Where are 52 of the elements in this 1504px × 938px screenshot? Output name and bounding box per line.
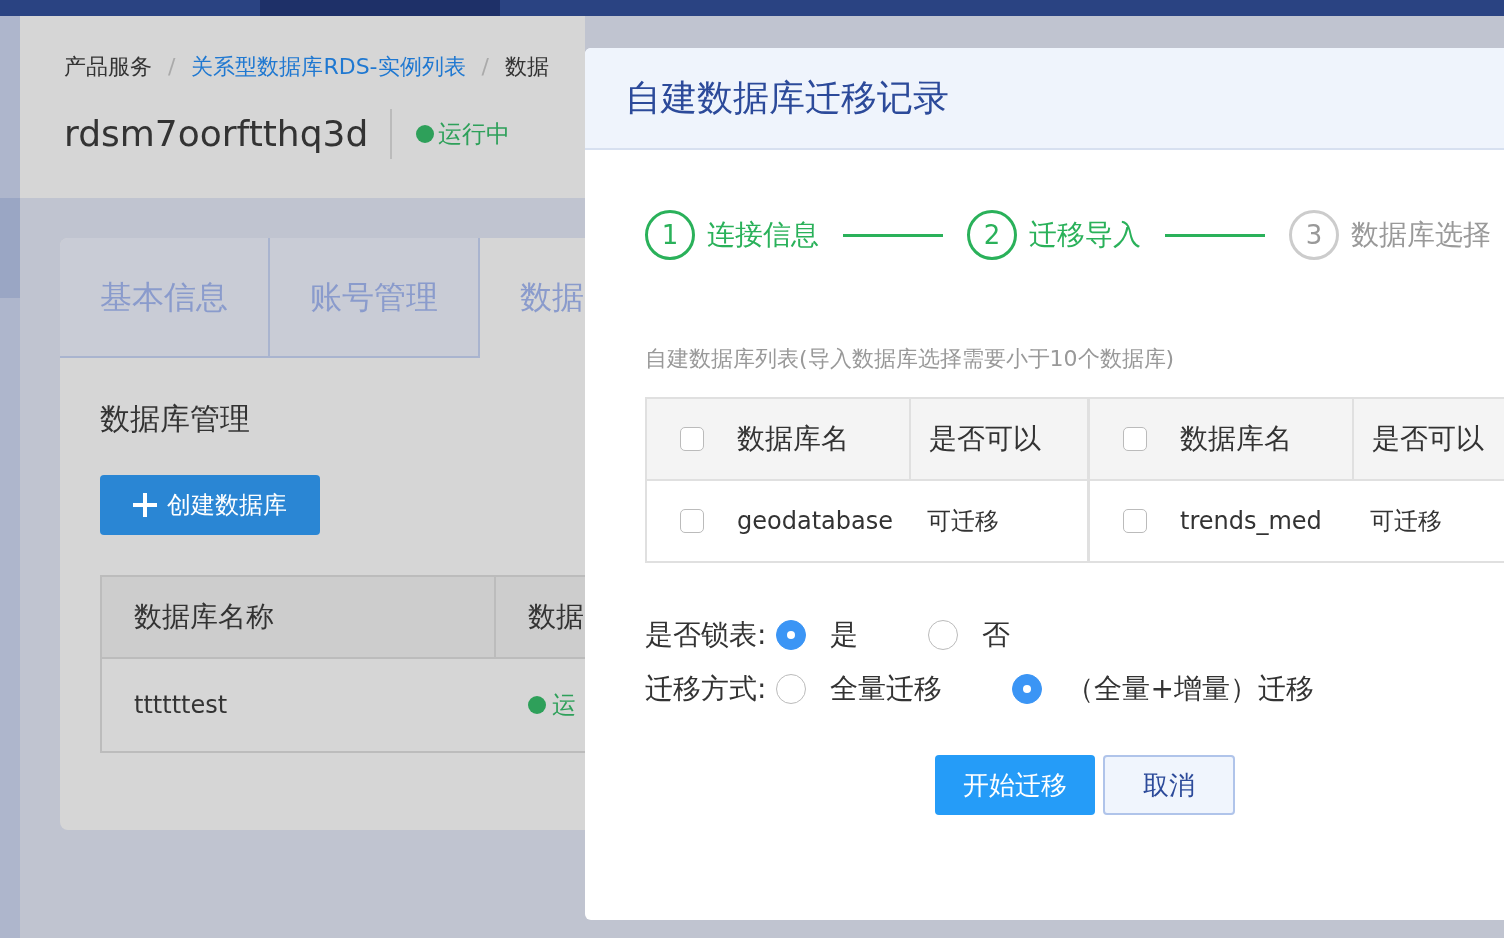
column-header: 数据库名称 xyxy=(102,577,496,657)
tab[interactable]: 基本信息 xyxy=(60,238,270,358)
checkbox[interactable] xyxy=(1123,427,1147,451)
column-header: 数据 xyxy=(527,599,585,635)
status-dot xyxy=(416,125,435,144)
step-number: 3 xyxy=(1289,210,1339,260)
breadcrumb-separator: / xyxy=(168,53,176,81)
checkbox[interactable] xyxy=(680,509,704,533)
table-cell-text: trends_med xyxy=(1180,506,1323,537)
table-cell-text: 可迁移 xyxy=(1369,506,1443,537)
column-header: 是否可以 xyxy=(1352,399,1504,479)
checkbox[interactable] xyxy=(1123,509,1147,533)
instance-name: rdsm7oorftthq3d xyxy=(64,109,393,160)
step-label: 数据库选择 xyxy=(1351,217,1491,253)
breadcrumb-separator: / xyxy=(481,53,489,81)
table-cell-text: 可迁移 xyxy=(926,506,1000,537)
step-number: 2 xyxy=(967,210,1017,260)
breadcrumb-item: 产品服务 xyxy=(64,53,152,81)
field-label: 迁移方式: xyxy=(645,671,767,707)
radio-button[interactable] xyxy=(776,674,807,704)
column-header: 数据库名 xyxy=(737,421,850,457)
breadcrumb-item: 数据 xyxy=(505,53,549,81)
field-label: 是否锁表: xyxy=(645,617,767,653)
create-database-button[interactable]: 创建数据库 xyxy=(100,475,320,535)
status-dot xyxy=(528,696,546,714)
radio-button[interactable] xyxy=(1012,674,1043,704)
status-label: 运行中 xyxy=(438,119,511,151)
radio-label: 全量迁移 xyxy=(830,671,943,707)
sidebar-active-item[interactable] xyxy=(0,198,20,298)
table-cell-text: ttttttest xyxy=(133,690,229,721)
radio-label: 是 xyxy=(830,617,859,653)
status-label: 运 xyxy=(552,690,576,721)
radio-button[interactable] xyxy=(928,620,959,650)
cancel-button[interactable]: 取消 xyxy=(1103,755,1235,815)
dialog-title: 自建数据库迁移记录 xyxy=(625,76,949,120)
section-title: 数据库管理 xyxy=(100,400,251,438)
step-number: 1 xyxy=(645,210,695,260)
list-caption: 自建数据库列表(导入数据库选择需要小于10个数据库) xyxy=(645,345,1176,373)
column-header: 是否可以 xyxy=(909,399,1087,479)
tab[interactable]: 账号管理 xyxy=(270,238,480,358)
radio-label: （全量+增量）迁移 xyxy=(1066,671,1314,707)
step-label: 连接信息 xyxy=(707,217,819,253)
column-header: 数据库名 xyxy=(1180,421,1293,457)
breadcrumb-link[interactable]: 关系型数据库RDS-实例列表 xyxy=(191,50,466,83)
start-migration-button[interactable]: 开始迁移 xyxy=(935,755,1095,815)
active-nav-segment[interactable] xyxy=(260,0,500,16)
table-cell-text: geodatabase xyxy=(737,506,894,537)
checkbox[interactable] xyxy=(680,427,704,451)
radio-button[interactable] xyxy=(776,620,807,650)
plus-icon xyxy=(133,493,157,517)
radio-label: 否 xyxy=(982,617,1011,653)
step-label: 迁移导入 xyxy=(1029,217,1141,253)
